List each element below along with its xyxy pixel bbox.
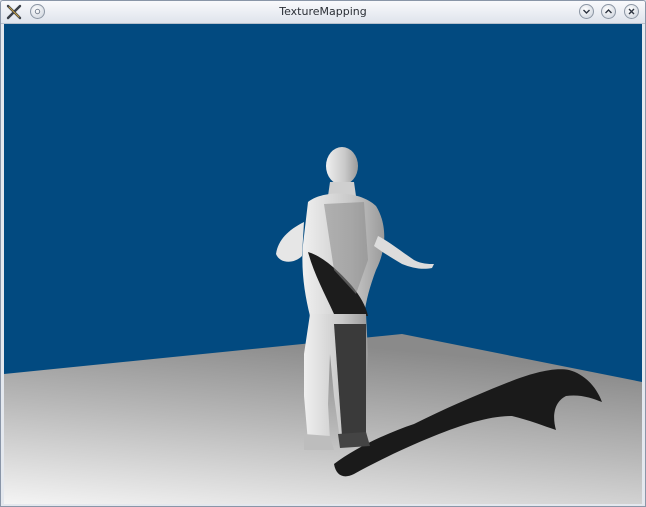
chevron-down-icon [583,9,590,14]
close-button[interactable] [624,4,639,19]
close-icon [628,8,635,15]
minimize-button[interactable] [579,4,594,19]
scene-canvas [4,24,642,504]
chevron-up-icon [605,9,612,14]
window-title: TextureMapping [279,5,367,18]
app-window: TextureMapping [0,0,646,507]
gl-viewport[interactable] [4,24,642,504]
maximize-button[interactable] [601,4,616,19]
title-bar[interactable]: TextureMapping [1,1,645,24]
